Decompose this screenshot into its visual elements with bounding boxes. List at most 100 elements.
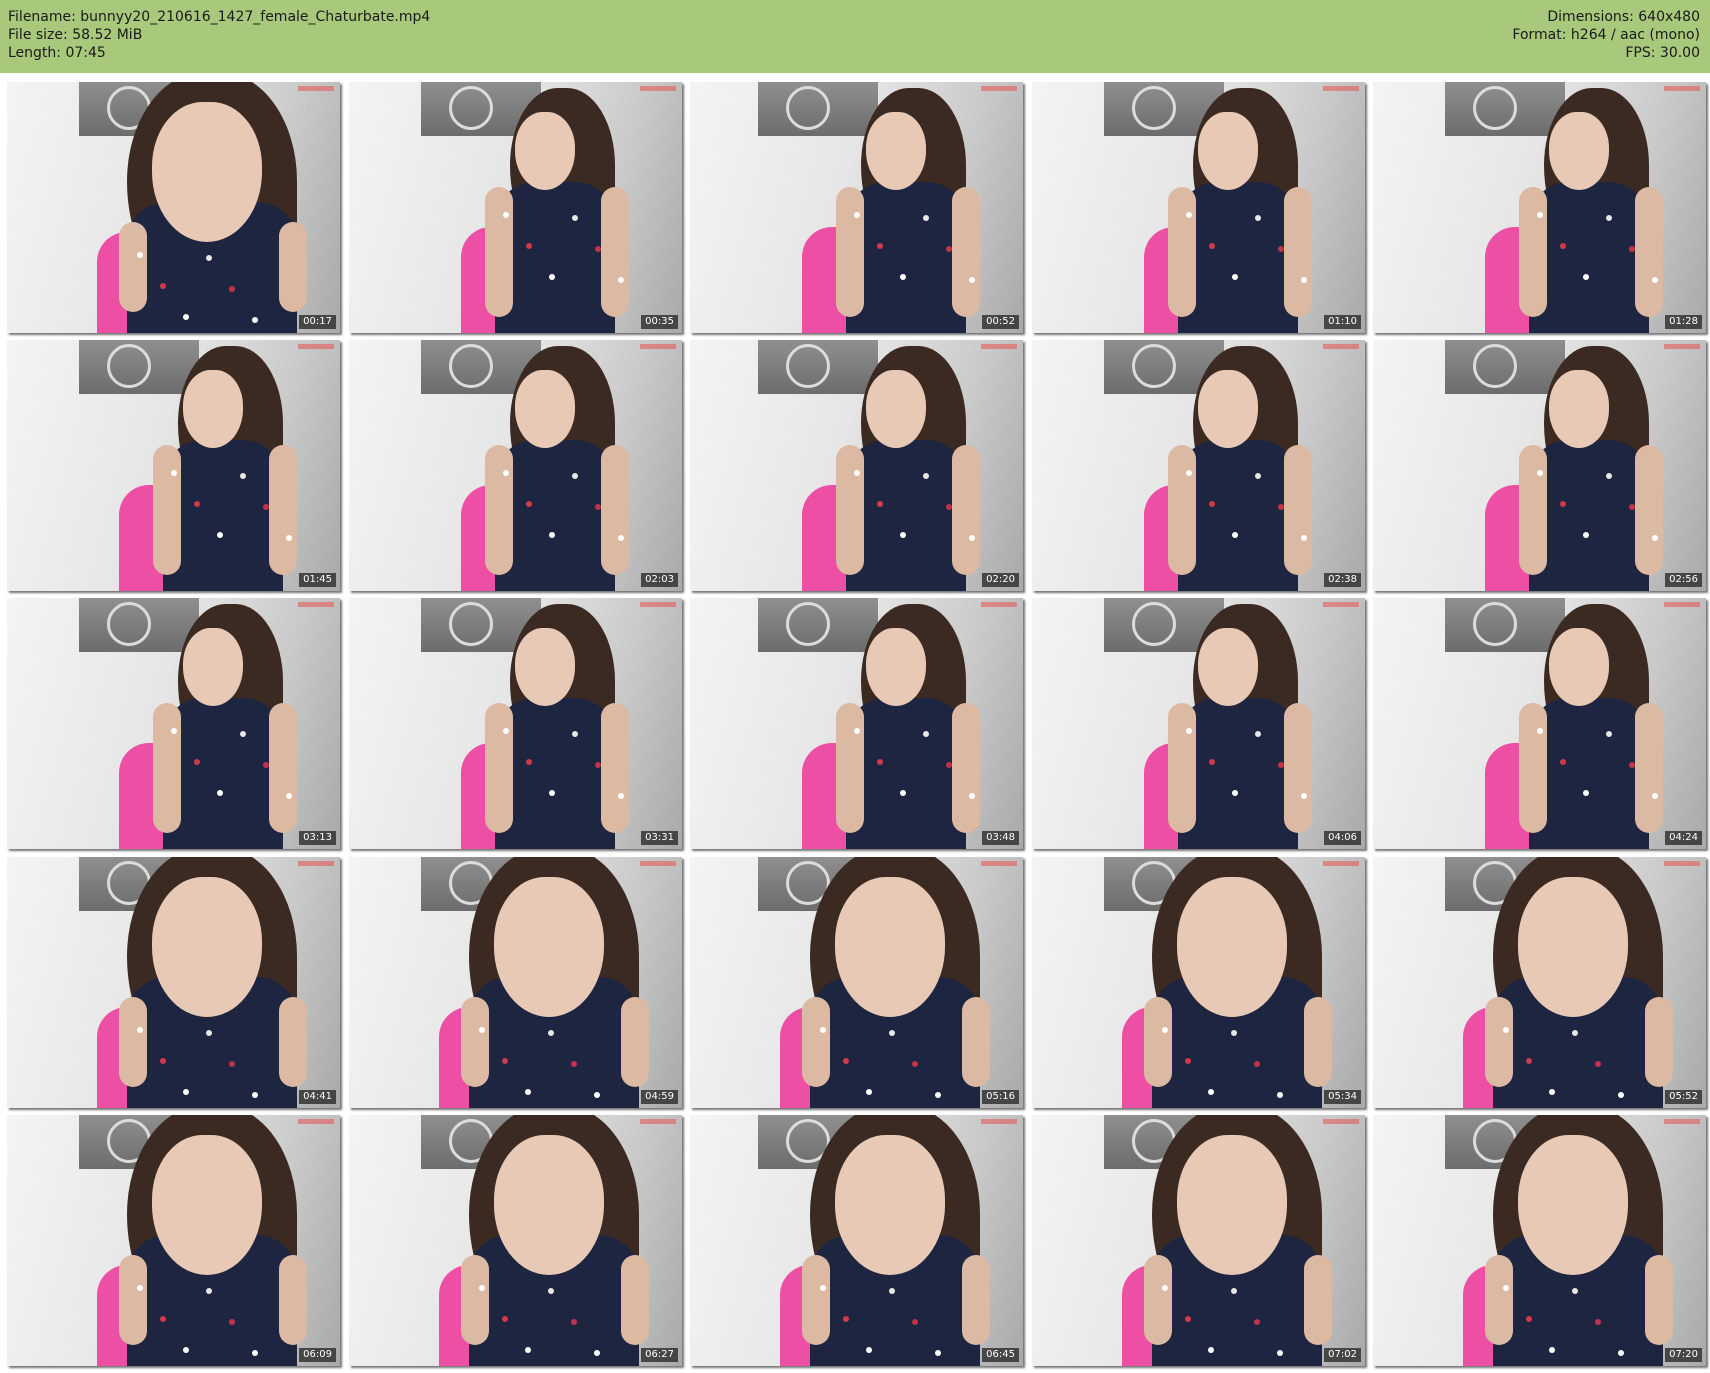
arm [836,703,864,833]
timestamp-label: 07:20 [1665,1348,1702,1362]
dress-flower [1162,1027,1168,1033]
video-thumbnail: 01:10 [1032,82,1365,333]
face [835,1135,945,1275]
dress-flower [1255,473,1261,479]
arm [1304,1255,1332,1345]
arm [119,997,147,1087]
wheel-decoration [449,86,493,130]
dress-flower [194,501,200,507]
dress-flower [877,501,883,507]
watermark [1664,861,1700,866]
watermark [298,1119,334,1124]
watermark [1664,86,1700,91]
video-thumbnail: 01:28 [1373,82,1706,333]
dress-flower [252,1350,258,1356]
face [183,370,243,448]
dress-flower [549,790,555,796]
dress-flower [1572,1288,1578,1294]
arm [952,703,980,833]
dress-flower [572,215,578,221]
arm [1284,445,1312,575]
dress-flower [594,1092,600,1098]
video-thumbnail: 07:02 [1032,1115,1365,1366]
dress-flower [1301,277,1307,283]
timestamp-label: 05:52 [1665,1090,1702,1104]
dress-flower [877,243,883,249]
dress-flower [1572,1030,1578,1036]
dress-flower [923,731,929,737]
face [1549,370,1609,448]
wheel-decoration [1473,86,1517,130]
watermark [640,86,676,91]
dress-flower [137,1285,143,1291]
dress-flower [1162,1285,1168,1291]
timestamp-label: 03:13 [299,831,336,845]
dress-flower [969,277,975,283]
dress-flower [1583,274,1589,280]
video-thumbnail: 06:09 [7,1115,340,1366]
face [866,112,926,190]
dress-flower [1560,243,1566,249]
dress-flower [594,1350,600,1356]
dress-flower [252,317,258,323]
arm [601,703,629,833]
dress-flower [912,1061,918,1067]
arm [1485,1255,1513,1345]
dress-flower [1231,1288,1237,1294]
dress-flower [503,212,509,218]
dress-flower [1186,212,1192,218]
arm [119,222,147,312]
dress-flower [1537,470,1543,476]
dress-flower [183,314,189,320]
arm [1635,703,1663,833]
face [866,370,926,448]
dress-flower [1254,1319,1260,1325]
face [1198,370,1258,448]
dress-flower [1186,470,1192,476]
dress-flower [206,1288,212,1294]
face [1198,112,1258,190]
dress-flower [572,731,578,737]
face [1177,1135,1287,1275]
dress-flower [549,274,555,280]
dress-flower [1526,1316,1532,1322]
dress-flower [1255,731,1261,737]
video-thumbnail: 03:13 [7,598,340,849]
arm [1304,997,1332,1087]
dress-flower [1583,532,1589,538]
dress-flower [1549,1089,1555,1095]
watermark [298,344,334,349]
dress-flower [1583,790,1589,796]
dress-flower [526,501,532,507]
arm [1168,445,1196,575]
arm [1144,997,1172,1087]
face [1518,877,1628,1017]
video-thumbnail: 02:38 [1032,340,1365,591]
timestamp-label: 04:24 [1665,831,1702,845]
dress-flower [1606,473,1612,479]
dimensions-text: Dimensions: 640x480 [1547,9,1700,25]
watermark [1323,861,1359,866]
dress-flower [1186,728,1192,734]
dress-flower [1301,793,1307,799]
dress-flower [183,1347,189,1353]
watermark [298,86,334,91]
timestamp-label: 02:20 [982,573,1019,587]
dress-flower [1278,246,1284,252]
timestamp-label: 04:59 [641,1090,678,1104]
arm [1645,1255,1673,1345]
dress-flower [548,1288,554,1294]
dress-flower [923,473,929,479]
dress-flower [1618,1092,1624,1098]
dress-flower [935,1350,941,1356]
dress-flower [889,1288,895,1294]
dress-flower [1652,535,1658,541]
arm [485,445,513,575]
arm [461,1255,489,1345]
dress-flower [206,1030,212,1036]
floral-dress [163,440,283,591]
dress-flower [1537,728,1543,734]
dress-flower [479,1285,485,1291]
floral-dress [1529,182,1649,333]
dress-flower [595,246,601,252]
